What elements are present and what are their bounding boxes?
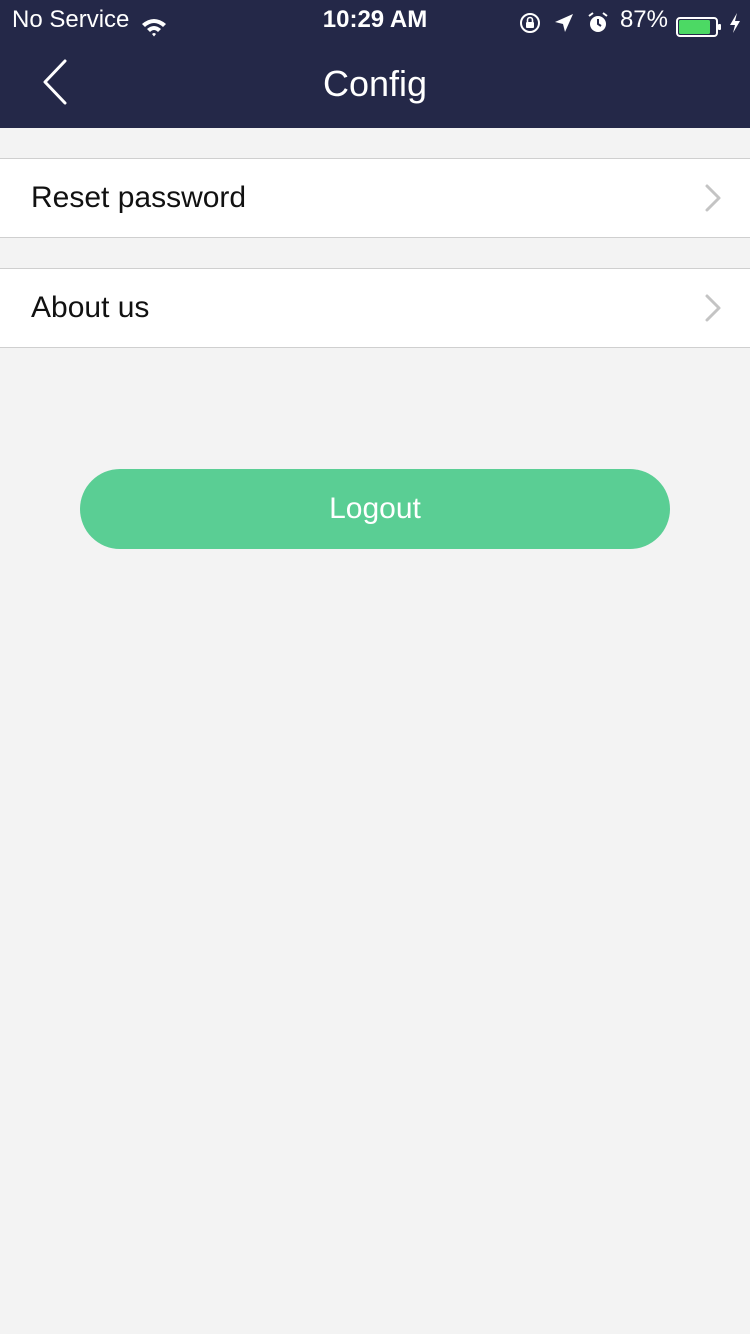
charging-icon (728, 8, 742, 33)
nav-bar: Config (0, 40, 750, 128)
location-icon (552, 8, 576, 32)
page-title: Config (322, 63, 428, 104)
list-item-label: Reset password (31, 181, 247, 214)
status-bar: No Service 10:29 AM 87% (0, 0, 750, 40)
battery-percent: 87% (619, 6, 668, 33)
chevron-right-icon (704, 293, 722, 323)
list-item-reset-password[interactable]: Reset password (0, 158, 750, 238)
logout-button[interactable]: Logout (80, 469, 670, 549)
chevron-right-icon (704, 183, 722, 213)
list-item-label: About us (31, 291, 150, 324)
orientation-lock-icon (518, 8, 542, 33)
status-right: 87% (518, 0, 742, 40)
battery-icon (676, 10, 722, 37)
list-item-about-us[interactable]: About us (0, 268, 750, 348)
alarm-icon (586, 8, 610, 32)
header: No Service 10:29 AM 87% Config (0, 0, 750, 128)
